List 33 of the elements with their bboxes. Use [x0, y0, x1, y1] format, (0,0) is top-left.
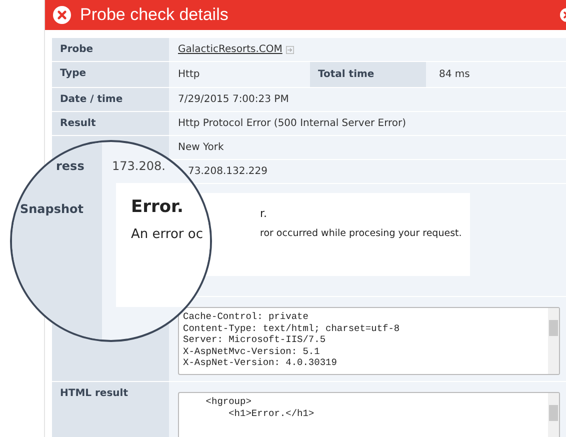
probe-link[interactable]: GalacticResorts.COM [178, 44, 282, 55]
external-link-icon[interactable] [286, 46, 294, 54]
magnified-text: An error oc [131, 227, 204, 242]
row-value: Http [178, 69, 201, 80]
row-value: 73.208.132.229 [188, 166, 268, 177]
code-line: <h1>Error.</h1> [228, 408, 316, 420]
code-textarea[interactable]: Cache-Control: private Content-Type: text/html; charset=utf-8 Server: Microsoft-IIS/7.5 X-AspNetMvc-Version: 5.1 X-AspNet-Version: 4.0.30319 [178, 307, 560, 375]
code-textarea[interactable]: <hgroup> <h1>Error.</h1> [178, 392, 560, 437]
row-value: New York [178, 142, 224, 153]
row-label: HTML result [60, 388, 128, 399]
error-icon [53, 6, 71, 24]
total-time-value: 84 ms [438, 69, 470, 80]
row-label: Type [60, 68, 86, 79]
code-line: X-AspNet-Version: 4.0.30319 [183, 357, 338, 369]
row-label: Probe [60, 44, 94, 55]
dialog-title: Probe check details [80, 5, 228, 25]
scrollbar[interactable] [548, 308, 559, 374]
row-label: Date / time [60, 94, 123, 105]
snapshot-text: ror occurred while procesing your request. [260, 228, 463, 239]
total-time-label: Total time [310, 62, 426, 87]
code-line: Server: Microsoft-IIS/7.5 [183, 334, 327, 346]
magnified-heading: Error. [131, 197, 184, 217]
magnified-label: Snapshot [20, 202, 84, 216]
magnified-label: ress [56, 159, 84, 173]
row-value: 7/29/2015 7:00:23 PM [178, 94, 289, 105]
magnified-value: 173.208. [112, 159, 166, 173]
row-label: Result [60, 118, 96, 129]
code-line: Content-Type: text/html; charset=utf-8 [183, 322, 401, 334]
snapshot-heading: r. [260, 207, 268, 220]
code-line: X-AspNetMvc-Version: 5.1 [183, 346, 321, 358]
code-line: <hgroup> [204, 396, 252, 408]
row-value: Http Protocol Error (500 Internal Server Error) [178, 118, 406, 129]
code-line: Cache-Control: private [183, 311, 310, 323]
